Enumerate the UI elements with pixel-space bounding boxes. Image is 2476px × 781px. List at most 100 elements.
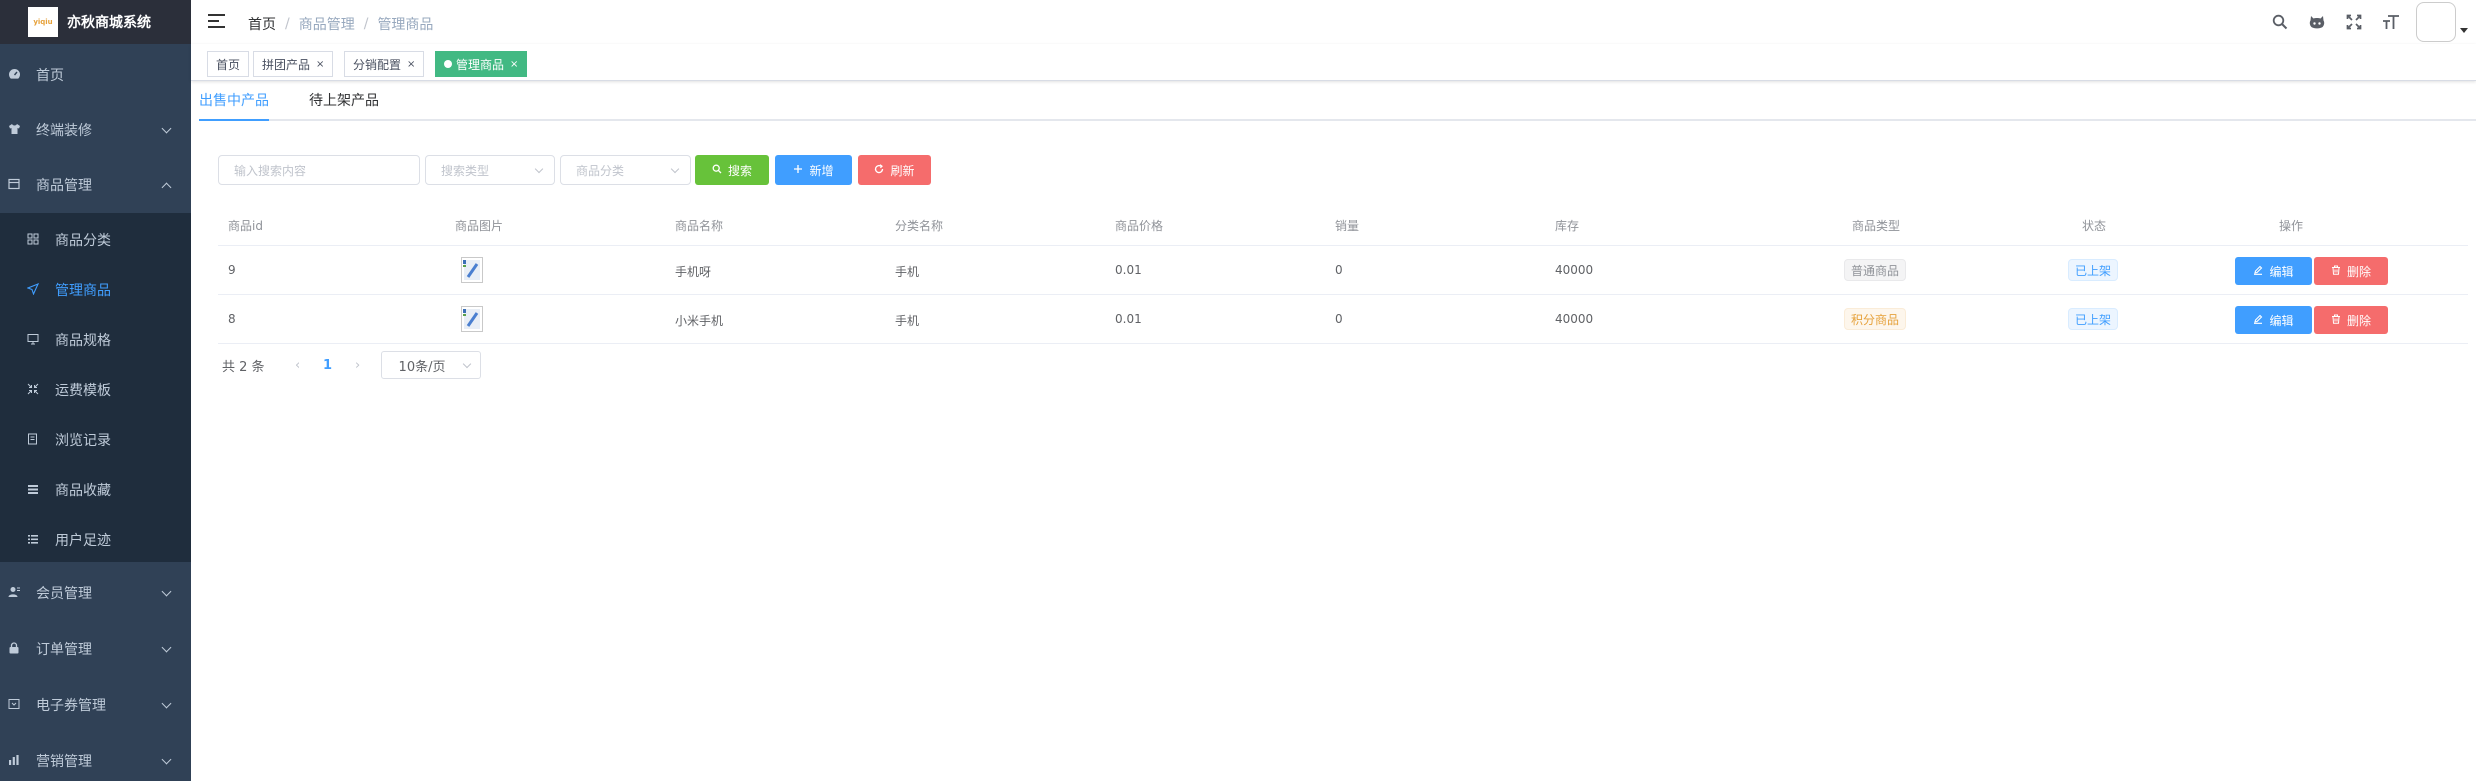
tag-group-buy[interactable]: 拼团产品 × [253,51,334,77]
sidebar-item-label: 会员管理 [36,586,92,602]
column-header: 状态 [2082,219,2107,233]
goods-sales: 0 [1335,263,1343,277]
sidebar-item-label: 订单管理 [36,642,92,658]
sidebar-item-marketing[interactable]: 营销管理 [0,733,191,781]
category-select[interactable]: 商品分类 [560,155,691,185]
tab-pending[interactable]: 待上架产品 [309,90,379,110]
caret-down-icon[interactable] [2460,27,2468,33]
sidebar-item-label: 商品管理 [36,178,92,194]
close-icon[interactable]: × [407,59,415,70]
product-image[interactable] [461,306,483,332]
chevron-right-icon[interactable]: › [345,358,371,373]
pagination-total: 共 2 条 [222,359,265,375]
column-header: 库存 [1555,219,1580,233]
sidebar-item-spec[interactable]: 商品规格 [0,315,191,365]
delete-button-label: 删除 [2346,313,2371,328]
chevron-down-icon [161,698,172,709]
sidebar-item-decoration[interactable]: 终端装修 [0,102,191,158]
delete-button[interactable]: 删除 [2314,306,2388,334]
tag-home[interactable]: 首页 [207,51,250,77]
refresh-button[interactable]: 刷新 [858,155,931,185]
user-icon [7,586,21,601]
coupon-icon [7,698,21,713]
breadcrumb-current: 管理商品 [377,17,434,33]
sidebar: yiqiu 亦秋商城系统 首页 终端装修 商品管理 商品分类 管理商品 商品规格… [0,0,191,781]
sidebar-item-favorites[interactable]: 商品收藏 [0,465,191,515]
add-button-label: 新增 [809,163,834,178]
tag-manage-goods[interactable]: 管理商品 × [435,51,528,77]
page-number[interactable]: 1 [311,358,345,373]
search-icon[interactable] [2261,0,2298,44]
chart-icon [7,754,21,769]
goods-name: 小米手机 [675,314,724,328]
search-button[interactable]: 搜索 [695,155,769,185]
sidebar-item-label: 首页 [36,68,64,84]
refresh-icon [874,163,884,177]
sidebar-logo[interactable]: yiqiu 亦秋商城系统 [0,0,191,44]
fullscreen-icon[interactable] [2335,0,2372,44]
search-input[interactable]: 输入搜索内容 [218,155,420,185]
sidebar-item-shipping-template[interactable]: 运费模板 [0,365,191,415]
lock-icon [7,641,21,657]
category-name: 手机 [895,265,920,279]
navbar: 首页 / 商品管理 / 管理商品 [191,0,2476,44]
sidebar-item-label: 商品规格 [55,333,111,349]
close-icon[interactable]: × [510,59,518,70]
column-header: 分类名称 [895,219,944,233]
chevron-down-icon [534,164,544,174]
sidebar-item-orders[interactable]: 订单管理 [0,621,191,677]
goods-icon [7,178,21,193]
status-badge: 已上架 [2068,308,2119,330]
sidebar-item-goods[interactable]: 商品管理 [0,157,191,213]
close-icon[interactable]: × [316,59,324,70]
log-icon [26,433,40,448]
category-name: 手机 [895,314,920,328]
sidebar-item-members[interactable]: 会员管理 [0,565,191,621]
column-header: 商品名称 [675,219,724,233]
column-header: 商品类型 [1852,219,1901,233]
main-content: 出售中产品 待上架产品 输入搜索内容 搜索类型 商品分类 搜索 新增 刷新 商品… [191,81,2476,781]
column-header: 操作 [2279,219,2304,233]
product-image[interactable] [461,257,483,283]
table-row: 8 小米手机 手机 0.01 0 40000 积分商品 已上架 编辑 删除 [218,295,2468,344]
search-button-label: 搜索 [727,163,752,178]
page-size-select[interactable]: 10条/页 [380,351,481,379]
table-header: 商品id 商品图片 商品名称 分类名称 商品价格 销量 库存 商品类型 状态 操… [218,203,2468,246]
search-type-select[interactable]: 搜索类型 [425,155,555,185]
active-dot-icon [444,60,452,68]
sidebar-item-browse-log[interactable]: 浏览记录 [0,415,191,465]
sidebar-item-footprint[interactable]: 用户足迹 [0,515,191,565]
breadcrumb: 首页 / 商品管理 / 管理商品 [248,14,433,34]
tag-distribution[interactable]: 分销配置 × [344,51,425,77]
goods-sales: 0 [1335,312,1343,326]
sidebar-item-label: 用户足迹 [55,533,111,549]
sidebar-item-manage-goods[interactable]: 管理商品 [0,265,191,315]
goods-type-badge: 普通商品 [1844,259,1907,281]
breadcrumb-goods: 商品管理 [298,17,355,33]
list-icon [26,533,40,548]
delete-button[interactable]: 删除 [2314,257,2388,285]
tab-on-sale[interactable]: 出售中产品 [199,90,269,110]
github-icon[interactable] [2298,0,2335,44]
goods-price: 0.01 [1115,263,1142,277]
column-header: 商品id [228,219,263,233]
goods-type-badge: 积分商品 [1844,308,1907,330]
avatar[interactable] [2416,2,2456,42]
edit-icon [2253,265,2263,278]
app-title: 亦秋商城系统 [67,15,151,31]
font-size-icon[interactable] [2372,0,2409,44]
add-button[interactable]: 新增 [775,155,852,185]
search-icon [712,164,722,177]
breadcrumb-home[interactable]: 首页 [248,14,276,34]
chevron-left-icon[interactable]: ‹ [285,358,311,373]
chevron-down-icon [161,642,172,653]
edit-button[interactable]: 编辑 [2235,257,2312,285]
navbar-right-menu [2261,0,2476,44]
sidebar-item-coupons[interactable]: 电子券管理 [0,677,191,733]
sidebar-item-label: 营销管理 [36,754,92,770]
sidebar-item-category[interactable]: 商品分类 [0,215,191,265]
chevron-down-icon [161,123,172,134]
edit-button[interactable]: 编辑 [2235,306,2312,334]
hamburger-icon[interactable] [208,13,225,29]
sidebar-item-home[interactable]: 首页 [0,47,191,103]
